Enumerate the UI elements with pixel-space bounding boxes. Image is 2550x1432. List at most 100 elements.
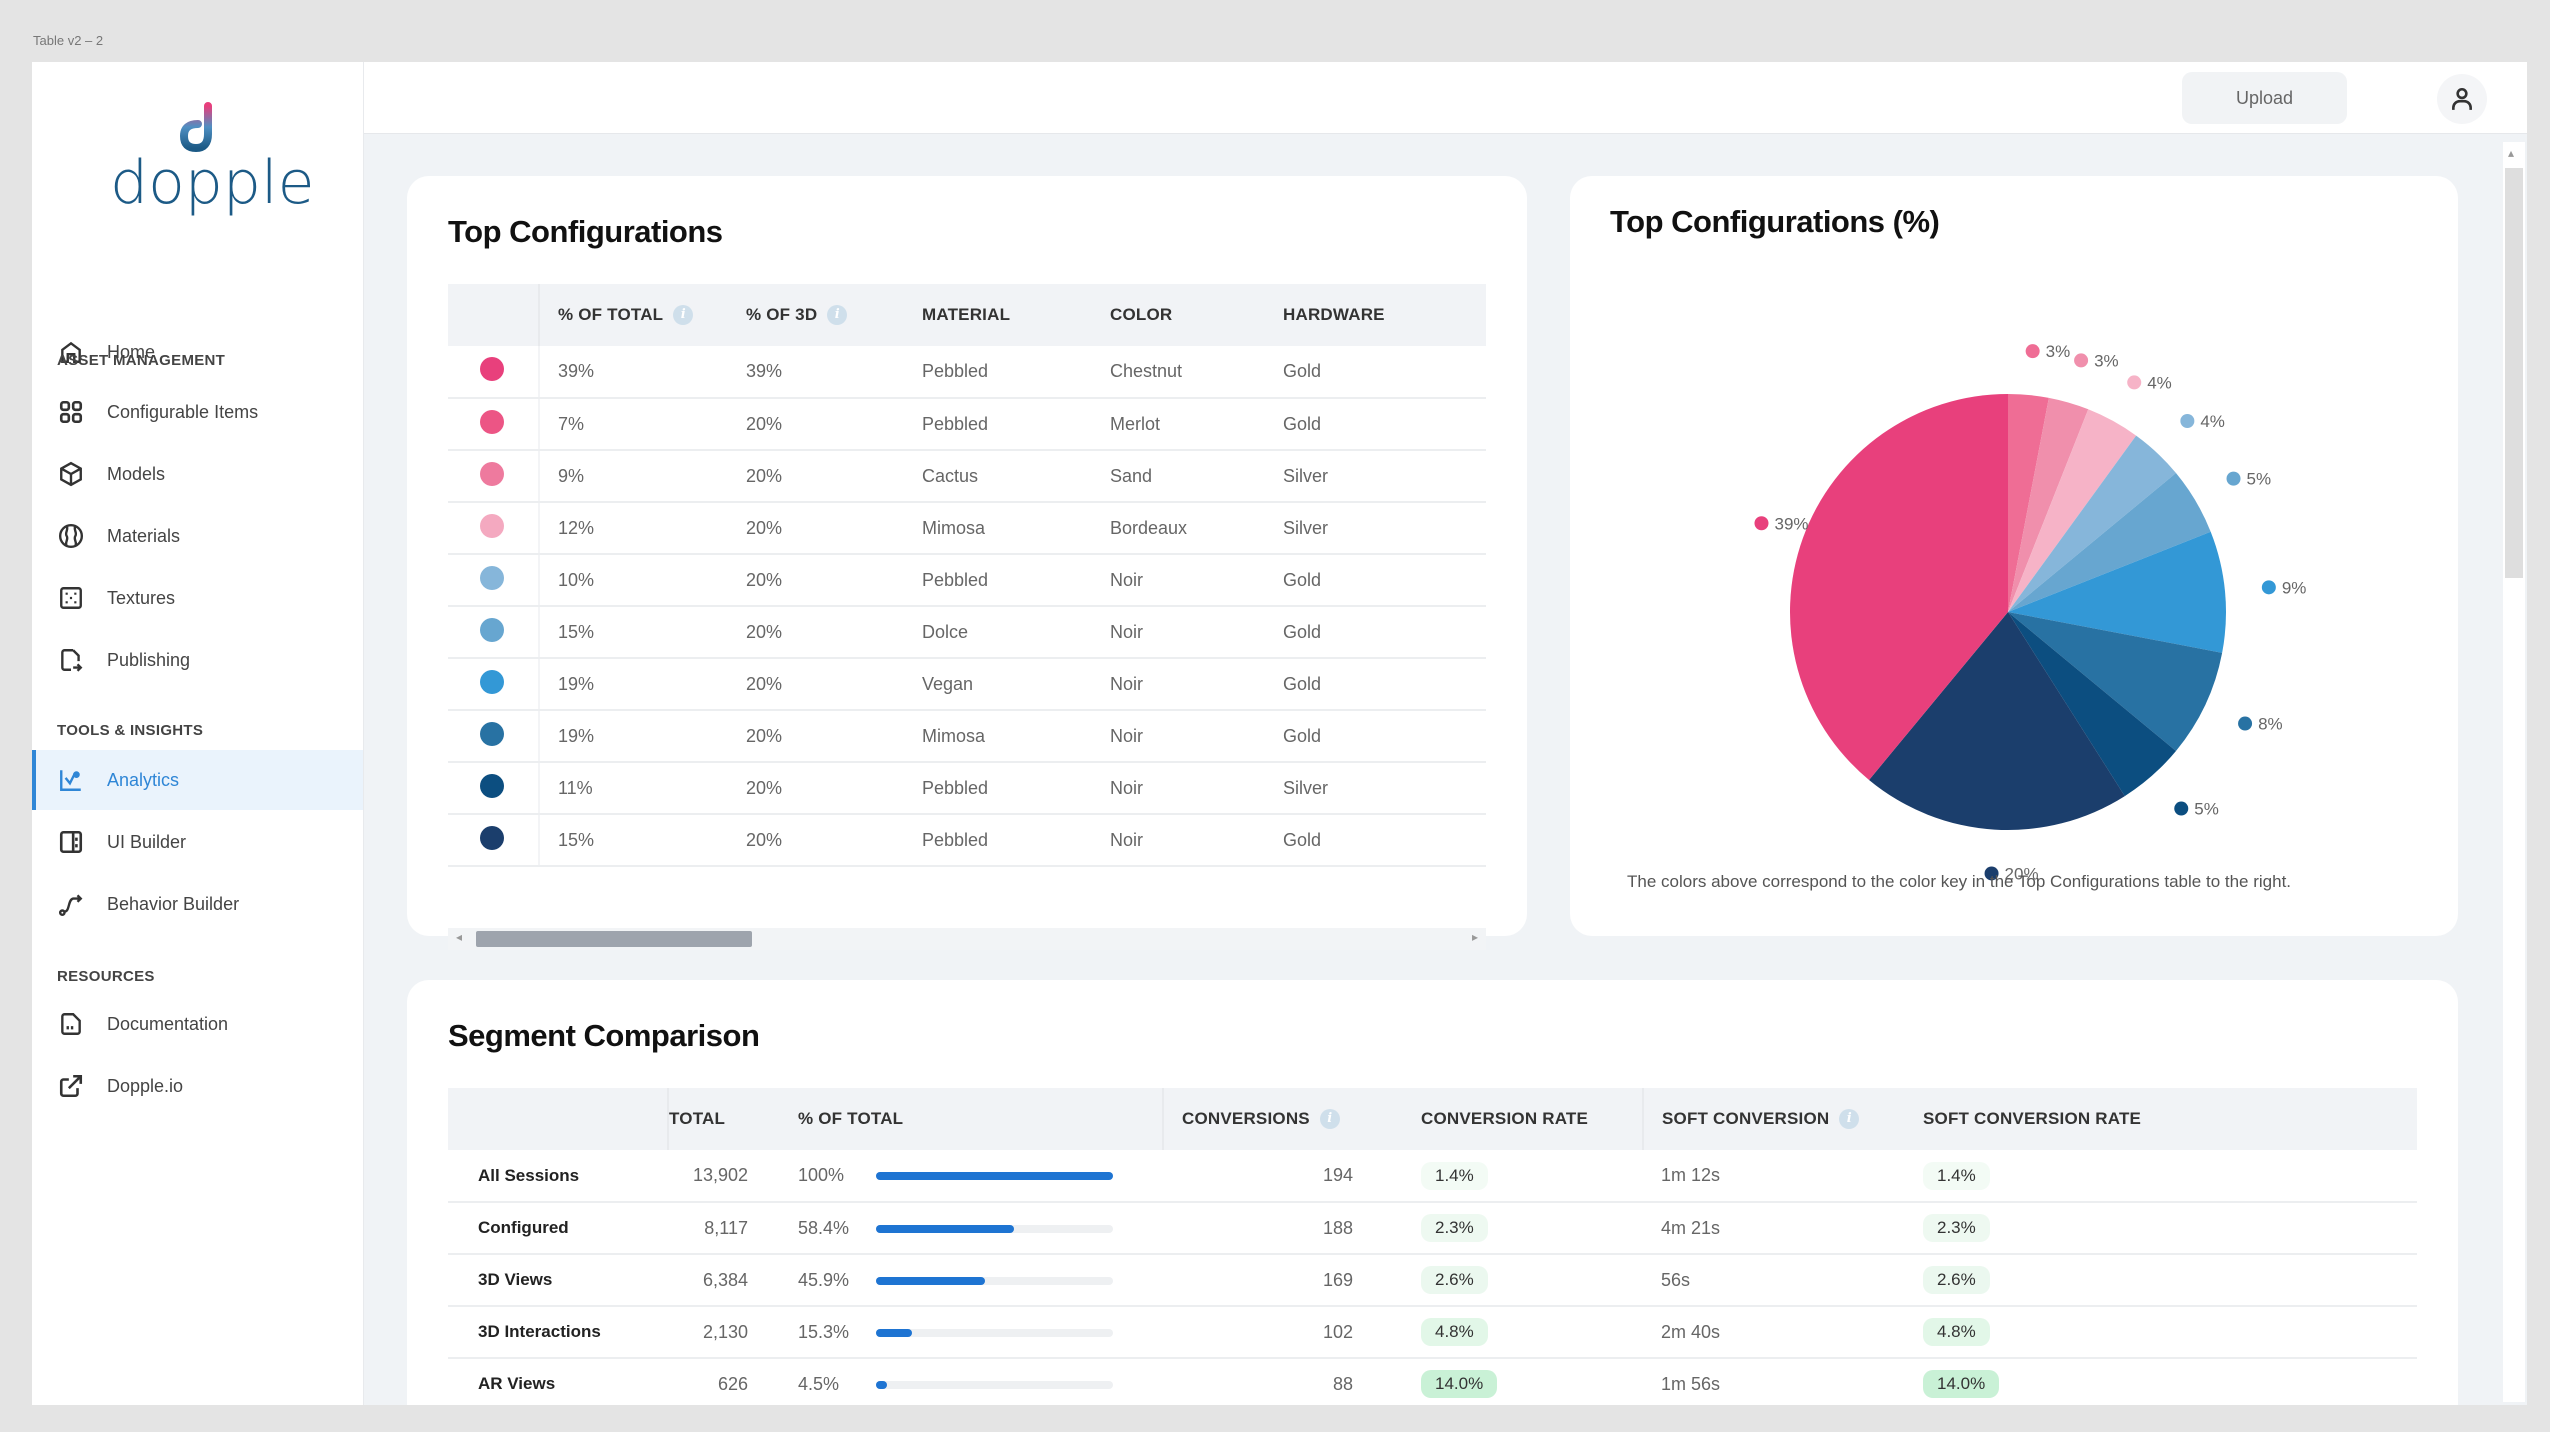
color-cell: Noir bbox=[1110, 710, 1283, 763]
sidebar-item-dopple-io[interactable]: Dopple.io bbox=[32, 1056, 363, 1116]
sidebar-item-publishing[interactable]: Publishing bbox=[32, 630, 363, 690]
pie-label-dot bbox=[2180, 414, 2195, 429]
vertical-scrollbar[interactable]: ▴ bbox=[2503, 142, 2525, 1402]
table-row[interactable]: 39% 39% Pebbled Chestnut Gold bbox=[448, 346, 1486, 399]
pct-total-cell: 15% bbox=[539, 606, 746, 659]
table-row[interactable]: 3D Interactions 2,130 15.3% 102 4.8% 2m 40s 4.… bbox=[448, 1306, 2417, 1359]
horizontal-scrollbar[interactable]: ◂ ▸ bbox=[448, 928, 1486, 950]
hardware-cell: Gold bbox=[1283, 346, 1486, 399]
user-menu-button[interactable] bbox=[2437, 74, 2487, 124]
sidebar-item-behavior-builder[interactable]: Behavior Builder bbox=[32, 874, 363, 934]
top-configurations-card: Top Configurations % OF TOTAL i % OF 3D i … bbox=[407, 176, 1527, 950]
table-row[interactable]: 12% 20% Mimosa Bordeaux Silver bbox=[448, 502, 1486, 555]
card-title: Segment Comparison bbox=[448, 1018, 760, 1053]
table-row[interactable]: AR Views 626 4.5% 88 14.0% 1m 56s 14.0% bbox=[448, 1358, 2417, 1405]
scroll-left-arrow[interactable]: ◂ bbox=[456, 930, 462, 944]
publish-file-icon bbox=[57, 646, 85, 674]
pct-text: 4.5% bbox=[798, 1373, 840, 1394]
pie-label-dot bbox=[2261, 580, 2276, 595]
table-row[interactable]: 15% 20% Dolce Noir Gold bbox=[448, 606, 1486, 659]
pct-bar-track bbox=[876, 1172, 1113, 1181]
color-swatch bbox=[480, 513, 504, 538]
sidebar-item-label: Models bbox=[107, 463, 166, 484]
hardware-cell: Gold bbox=[1283, 658, 1486, 711]
conversions-cell: 194 bbox=[1163, 1150, 1403, 1203]
app-window: dopple Home ASSET MANAGEMENT Configurabl… bbox=[32, 62, 2527, 1405]
sidebar-item-documentation[interactable]: Documentation bbox=[32, 994, 363, 1054]
texture-icon bbox=[57, 584, 85, 612]
column-header[interactable]: % OF 3D i bbox=[746, 284, 922, 346]
sidebar-item-analytics[interactable]: Analytics bbox=[32, 750, 363, 810]
pct-3d-cell: 20% bbox=[746, 554, 922, 607]
column-header[interactable]: % OF TOTAL i bbox=[539, 284, 746, 346]
sidebar-item-textures[interactable]: Textures bbox=[32, 568, 363, 628]
section-title: ASSET MANAGEMENT bbox=[57, 352, 226, 369]
pct-text: 15.3% bbox=[798, 1321, 850, 1342]
info-icon[interactable]: i bbox=[1319, 1109, 1340, 1130]
info-icon[interactable]: i bbox=[827, 305, 848, 326]
info-icon[interactable]: i bbox=[673, 305, 694, 326]
table-row[interactable]: 7% 20% Pebbled Merlot Gold bbox=[448, 398, 1486, 451]
column-header[interactable]: % OF TOTAL bbox=[788, 1088, 1164, 1150]
column-header[interactable]: SOFT CONVERSION RATE bbox=[1923, 1088, 2417, 1150]
column-header[interactable]: MATERIAL bbox=[922, 284, 1110, 346]
sidebar-item-label: Publishing bbox=[107, 649, 191, 670]
swatch-header bbox=[448, 284, 540, 346]
upload-button[interactable]: Upload bbox=[2182, 72, 2347, 124]
color-cell: Bordeaux bbox=[1110, 502, 1283, 555]
hardware-cell: Silver bbox=[1283, 450, 1486, 503]
table-row[interactable]: 9% 20% Cactus Sand Silver bbox=[448, 450, 1486, 503]
soft-conversion-rate-cell: 4.8% bbox=[1923, 1306, 2417, 1359]
conversion-rate-pill: 2.3% bbox=[1421, 1214, 1488, 1242]
frame-label: Table v2 – 2 bbox=[33, 33, 104, 48]
table-row[interactable]: 19% 20% Vegan Noir Gold bbox=[448, 658, 1486, 711]
conversion-rate-cell: 1.4% bbox=[1403, 1150, 1643, 1203]
material-cell: Mimosa bbox=[922, 502, 1110, 555]
table-row[interactable]: 15% 20% Pebbled Noir Gold bbox=[448, 814, 1486, 867]
color-cell: Noir bbox=[1110, 658, 1283, 711]
scrollbar-thumb[interactable] bbox=[476, 931, 752, 947]
scrollbar-thumb[interactable] bbox=[2505, 168, 2523, 578]
info-icon[interactable]: i bbox=[1839, 1109, 1860, 1130]
material-cell: Pebbled bbox=[922, 346, 1110, 399]
column-header[interactable]: TOTAL bbox=[668, 1088, 788, 1150]
sidebar: dopple Home ASSET MANAGEMENT Configurabl… bbox=[32, 62, 364, 1405]
table-row[interactable]: 10% 20% Pebbled Noir Gold bbox=[448, 554, 1486, 607]
swatch-cell bbox=[448, 450, 540, 503]
dopple-logo[interactable]: dopple bbox=[110, 102, 315, 222]
sidebar-item-materials[interactable]: Materials bbox=[32, 506, 363, 566]
table-row[interactable]: 19% 20% Mimosa Noir Gold bbox=[448, 710, 1486, 763]
pct-bar-track bbox=[876, 1224, 1113, 1233]
sidebar-item-configurable-items[interactable]: Configurable Items bbox=[32, 382, 363, 442]
color-swatch bbox=[480, 357, 504, 381]
column-header[interactable]: COLOR bbox=[1110, 284, 1283, 346]
hardware-cell: Gold bbox=[1283, 606, 1486, 659]
pie-data-label: 39% bbox=[1774, 514, 1808, 533]
soft-conversion-cell: 1m 12s bbox=[1643, 1150, 1923, 1203]
table-row[interactable]: All Sessions 13,902 100% 194 1.4% 1m 12s 1.4% bbox=[448, 1150, 2417, 1203]
column-header[interactable]: SOFT CONVERSION i bbox=[1643, 1088, 1923, 1150]
scroll-right-arrow[interactable]: ▸ bbox=[1472, 930, 1478, 944]
pct-total-cell: 58.4% bbox=[788, 1202, 1163, 1255]
sidebar-item-ui-builder[interactable]: UI Builder bbox=[32, 812, 363, 872]
material-cell: Pebbled bbox=[922, 398, 1110, 451]
color-swatch bbox=[480, 773, 504, 798]
section-title: RESOURCES bbox=[57, 968, 155, 985]
scroll-up-arrow[interactable]: ▴ bbox=[2508, 146, 2514, 160]
sidebar-item-models[interactable]: Models bbox=[32, 444, 363, 504]
column-header[interactable]: CONVERSIONS i bbox=[1163, 1088, 1403, 1150]
soft-conversion-rate-cell: 2.3% bbox=[1923, 1202, 2417, 1255]
pct-3d-cell: 20% bbox=[746, 398, 922, 451]
table-row[interactable]: 11% 20% Pebbled Noir Silver bbox=[448, 762, 1486, 815]
segment-name: Configured bbox=[448, 1202, 668, 1255]
material-cell: Pebbled bbox=[922, 554, 1110, 607]
table-row[interactable]: Configured 8,117 58.4% 188 2.3% 4m 21s 2.3% bbox=[448, 1202, 2417, 1255]
segment-comparison-card: Segment Comparison TOTAL % OF TOTAL CONV… bbox=[407, 980, 2458, 1405]
table-row[interactable]: 3D Views 6,384 45.9% 169 2.6% 56s 2.6% bbox=[448, 1254, 2417, 1307]
conversion-rate-pill: 14.0% bbox=[1421, 1370, 1498, 1398]
column-header[interactable]: CONVERSION RATE bbox=[1403, 1088, 1644, 1150]
column-header[interactable]: HARDWARE bbox=[1283, 284, 1486, 346]
sidebar-item-label: Materials bbox=[107, 525, 181, 546]
material-cell: Pebbled bbox=[922, 814, 1110, 867]
color-swatch bbox=[480, 565, 504, 590]
